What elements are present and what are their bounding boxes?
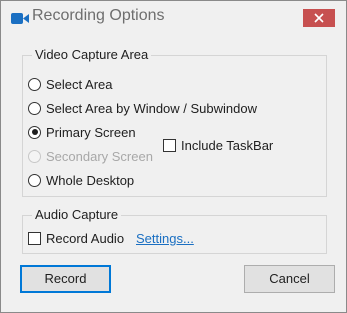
settings-link-row: Settings... xyxy=(136,230,194,246)
close-button[interactable] xyxy=(303,9,335,27)
checkbox-label: Record Audio xyxy=(46,230,125,246)
title-bar[interactable]: Recording Options xyxy=(1,1,346,33)
radio-label: Select Area by Window / Subwindow xyxy=(46,100,257,116)
audio-capture-legend: Audio Capture xyxy=(35,207,119,222)
radio-whole-desktop[interactable]: Whole Desktop xyxy=(28,172,134,188)
video-capture-area-legend: Video Capture Area xyxy=(35,47,149,62)
record-button[interactable]: Record xyxy=(20,265,111,293)
window-title: Recording Options xyxy=(32,7,165,24)
record-audio-checkbox[interactable]: Record Audio xyxy=(28,230,124,246)
radio-label: Secondary Screen xyxy=(46,148,153,164)
settings-link[interactable]: Settings... xyxy=(136,231,194,246)
radio-button[interactable] xyxy=(28,101,41,115)
radio-select-area[interactable]: Select Area xyxy=(28,76,113,92)
radio-label: Primary Screen xyxy=(46,124,136,140)
radio-select-area-by-window[interactable]: Select Area by Window / Subwindow xyxy=(28,100,257,116)
radio-label: Whole Desktop xyxy=(46,172,135,188)
radio-secondary-screen: Secondary Screen xyxy=(28,148,153,164)
recording-options-dialog: Recording Options Video Capture Area Sel… xyxy=(0,0,347,313)
radio-label: Select Area xyxy=(46,76,113,92)
video-camera-icon xyxy=(11,13,29,24)
radio-primary-screen[interactable]: Primary Screen xyxy=(28,124,136,140)
cancel-button[interactable]: Cancel xyxy=(244,265,335,293)
close-icon xyxy=(314,13,324,23)
checkbox-label: Include TaskBar xyxy=(181,137,274,153)
checkbox[interactable] xyxy=(163,138,176,152)
radio-button-selected[interactable] xyxy=(28,125,41,139)
radio-button[interactable] xyxy=(28,173,41,187)
radio-button-disabled xyxy=(28,149,41,163)
checkbox[interactable] xyxy=(28,231,41,245)
radio-button[interactable] xyxy=(28,77,41,91)
include-taskbar-checkbox[interactable]: Include TaskBar xyxy=(163,137,273,153)
